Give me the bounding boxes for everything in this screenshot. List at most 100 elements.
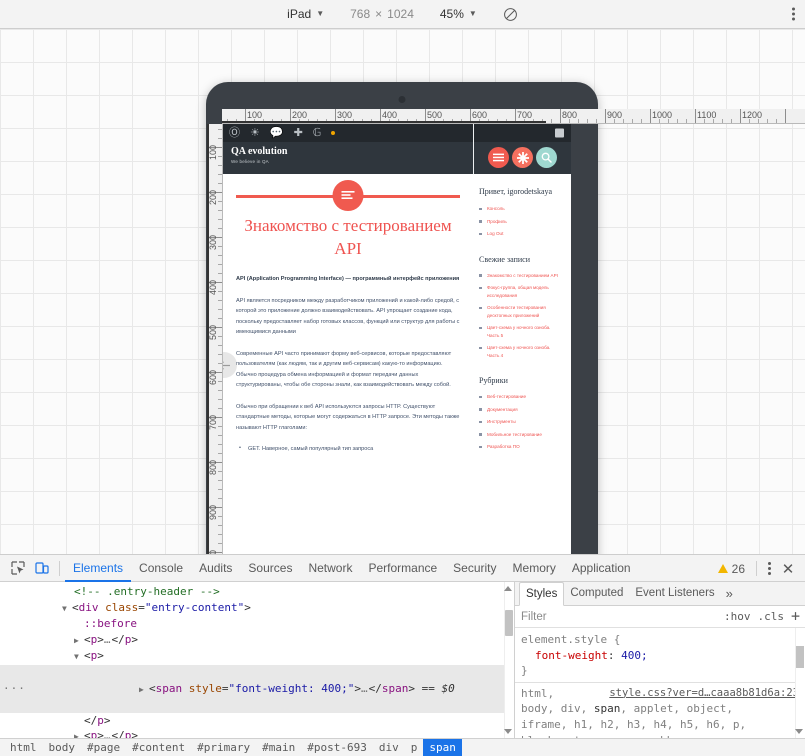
tab-console[interactable]: Console xyxy=(131,555,191,582)
zoom-level[interactable]: 45% xyxy=(440,7,464,21)
search-button[interactable] xyxy=(536,147,557,168)
styles-tabs-overflow-icon[interactable]: » xyxy=(721,586,738,601)
sidebar-link-logout[interactable]: Log Out xyxy=(479,230,563,238)
wordpress-logo-icon[interactable]: Ⓞ xyxy=(229,127,240,139)
comment-bubble-icon[interactable]: 💬 xyxy=(270,127,284,139)
chevron-down-icon[interactable]: ▼ xyxy=(316,10,324,18)
tab-event-listeners[interactable]: Event Listeners xyxy=(629,582,720,606)
dom-node-p-open[interactable]: ▼ <p> xyxy=(0,648,514,665)
vertical-ruler[interactable]: 100 200 300 400 500 600 700 800 900 1000 xyxy=(207,124,223,554)
twisty-open-icon[interactable]: ▼ xyxy=(74,649,84,665)
twisty-closed-icon[interactable]: ▶ xyxy=(74,729,84,738)
list-item[interactable]: Инструменты xyxy=(479,418,563,426)
list-item[interactable]: Цвет-схема у ночного озноба. Часть 5 xyxy=(479,324,563,339)
css-property[interactable]: font-weight xyxy=(521,649,608,662)
breadcrumb-primary[interactable]: #primary xyxy=(191,739,256,756)
dom-tree-scrollbar[interactable] xyxy=(504,582,514,738)
tab-elements[interactable]: Elements xyxy=(65,555,131,582)
breadcrumb-div[interactable]: div xyxy=(373,739,405,756)
page-viewport[interactable]: Ⓞ ☀ 💬 ✚ 𝔾 QA evolution We believe in QA xyxy=(223,124,571,554)
dom-node-pseudo-before[interactable]: ::before xyxy=(0,616,514,632)
new-style-rule-button[interactable]: + xyxy=(791,609,800,624)
devtools-more-options-button[interactable] xyxy=(764,558,775,579)
dom-node-p-collapsed[interactable]: ▶ <p>…</p> xyxy=(0,632,514,649)
yoast-seo-icon[interactable]: 𝔾 xyxy=(313,127,322,139)
breadcrumb-html[interactable]: html xyxy=(4,739,43,756)
horizontal-ruler[interactable]: 100 200 300 400 500 600 700 800 900 1000 1100 1200 xyxy=(222,109,805,124)
tab-network[interactable]: Network xyxy=(300,555,360,582)
devtools-close-button[interactable]: ✕ xyxy=(777,558,799,580)
list-item[interactable]: Разработка ПО xyxy=(479,443,563,451)
wordpress-admin-bar[interactable]: Ⓞ ☀ 💬 ✚ 𝔾 xyxy=(223,124,571,142)
sidebar-link-console[interactable]: Консоль xyxy=(479,205,563,213)
inspect-element-icon[interactable] xyxy=(6,557,30,579)
device-name[interactable]: iPad xyxy=(287,7,311,21)
styles-scrollbar[interactable] xyxy=(795,628,805,738)
list-item[interactable]: Мобильное тестирование xyxy=(479,431,563,439)
twisty-closed-icon[interactable]: ▶ xyxy=(139,682,149,698)
dom-node-entry-content[interactable]: ▼ <div class="entry-content"> xyxy=(0,600,514,617)
rule-selector-line[interactable]: body, div, span, applet, object, xyxy=(521,701,799,717)
styles-rules-list[interactable]: element.style { font-weight: 400; } styl… xyxy=(515,628,805,738)
breadcrumb-post[interactable]: #post-693 xyxy=(301,739,373,756)
tab-memory[interactable]: Memory xyxy=(505,555,564,582)
chevron-down-icon[interactable]: ▼ xyxy=(469,10,477,18)
list-item[interactable]: Особенности тестирования десктопных прил… xyxy=(479,304,563,319)
plus-new-icon[interactable]: ✚ xyxy=(294,127,303,139)
filter-input[interactable]: Filter xyxy=(521,611,547,623)
rule-declaration[interactable]: font-weight: 400; xyxy=(521,648,799,664)
breadcrumb-p[interactable]: p xyxy=(405,739,424,756)
warning-badge[interactable]: 26 xyxy=(717,562,745,576)
rotate-device-button[interactable] xyxy=(503,7,518,22)
stylesheet-source-link[interactable]: style.css?ver=d…caaa8b81d6a:23 xyxy=(609,686,799,702)
hov-toggle[interactable]: :hov xyxy=(724,610,751,623)
sidebar-link-profile[interactable]: Профиль xyxy=(479,218,563,226)
breadcrumb-content[interactable]: #content xyxy=(126,739,191,756)
cls-toggle[interactable]: .cls xyxy=(757,610,784,623)
rotate-icon[interactable] xyxy=(503,7,518,22)
rule-selector-line[interactable]: html, xyxy=(521,687,554,700)
css-value[interactable]: 400; xyxy=(621,649,648,662)
rule-element-style[interactable]: element.style { font-weight: 400; } xyxy=(521,632,799,679)
tab-security[interactable]: Security xyxy=(445,555,504,582)
scrollbar-thumb[interactable] xyxy=(796,646,804,668)
scroll-down-arrow-icon[interactable] xyxy=(504,729,512,734)
twisty-closed-icon[interactable]: ▶ xyxy=(74,633,84,649)
rule-selector-line[interactable]: blockquote, pre, a, abbr, acronym, xyxy=(521,733,799,738)
list-item[interactable]: Документация xyxy=(479,406,563,414)
menu-button[interactable] xyxy=(488,147,509,168)
dom-tree-pane[interactable]: <!-- .entry-header --> ▼ <div class="entr… xyxy=(0,582,514,738)
device-selector[interactable]: iPad ▼ xyxy=(287,7,324,21)
breadcrumb-span[interactable]: span xyxy=(423,739,462,756)
dom-node-p-collapsed[interactable]: ▶ <p>…</p> xyxy=(0,728,514,738)
viewport-height-input[interactable]: 1024 xyxy=(387,7,414,21)
dom-node-span-selected[interactable]: ··· ▶ <span style="font-weight: 400;">…</s… xyxy=(0,664,514,713)
user-avatar-icon[interactable] xyxy=(555,128,564,138)
scroll-up-arrow-icon[interactable] xyxy=(504,586,512,591)
list-item[interactable]: Знакомство с тестированием API xyxy=(479,272,563,280)
device-toolbar-icon[interactable] xyxy=(30,557,54,579)
tab-computed[interactable]: Computed xyxy=(564,582,629,606)
dom-node-p-close[interactable]: </p> xyxy=(0,713,514,729)
tab-application[interactable]: Application xyxy=(564,555,639,582)
article-title[interactable]: Знакомство с тестированием API xyxy=(236,214,460,260)
viewport-dimensions[interactable]: 768 × 1024 xyxy=(350,7,414,21)
breadcrumb-body[interactable]: body xyxy=(43,739,82,756)
breadcrumb-main[interactable]: #main xyxy=(256,739,301,756)
list-item[interactable]: Веб-тестирование xyxy=(479,393,563,401)
breadcrumb-page[interactable]: #page xyxy=(81,739,126,756)
dashboard-gauge-icon[interactable]: ☀ xyxy=(250,127,260,139)
list-item[interactable]: Цвет-схема у ночного озноба. Часть 4 xyxy=(479,344,563,359)
twisty-open-icon[interactable]: ▼ xyxy=(62,601,72,617)
toolbar-more-options-button[interactable] xyxy=(792,7,795,21)
scrollbar-thumb[interactable] xyxy=(505,610,513,636)
dom-node-comment[interactable]: <!-- .entry-header --> xyxy=(0,584,514,600)
tab-audits[interactable]: Audits xyxy=(191,555,240,582)
rule-selector-line[interactable]: iframe, h1, h2, h3, h4, h5, h6, p, xyxy=(521,717,799,733)
settings-gear-button[interactable] xyxy=(512,147,533,168)
rule-stylesheet[interactable]: style.css?ver=d…caaa8b81d6a:23 html, bod… xyxy=(521,686,799,738)
tab-sources[interactable]: Sources xyxy=(240,555,300,582)
zoom-selector[interactable]: 45% ▼ xyxy=(440,7,477,21)
tab-performance[interactable]: Performance xyxy=(360,555,445,582)
viewport-width-input[interactable]: 768 xyxy=(350,7,370,21)
